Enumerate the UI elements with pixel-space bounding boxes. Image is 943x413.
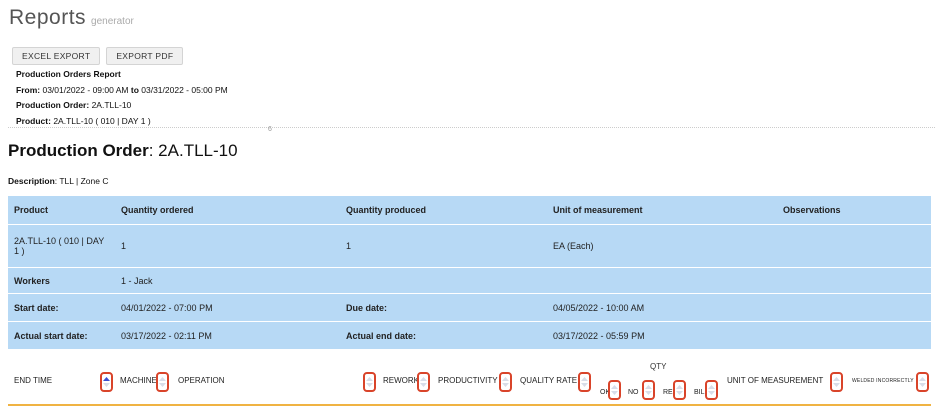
- sort-toggle-welded[interactable]: [916, 372, 929, 392]
- sort-icon: [919, 377, 926, 387]
- dates-row: Start date: 04/01/2022 - 07:00 PM Due da…: [8, 294, 931, 321]
- header-product: Product: [8, 196, 115, 224]
- sort-toggle-end-time[interactable]: [100, 372, 113, 392]
- cell-qty-ordered: 1: [115, 225, 340, 267]
- sort-toggle-operation[interactable]: [363, 372, 376, 392]
- col-qty: QTY: [650, 362, 667, 371]
- col-qty-re: RE: [663, 389, 673, 396]
- to-label: to: [130, 84, 139, 95]
- cell-observations: [777, 225, 931, 267]
- header-observations: Observations: [777, 196, 931, 224]
- sort-icon: [676, 385, 683, 395]
- section-divider: [8, 127, 935, 128]
- col-welded-incorrectly: WELDED INCORRECTLY: [852, 378, 914, 384]
- table-header-row: Product Quantity ordered Quantity produc…: [8, 196, 931, 224]
- actual-end-value: 03/17/2022 - 05:59 PM: [547, 322, 777, 349]
- header-qty-ordered: Quantity ordered: [115, 196, 340, 224]
- page-subtitle: generator: [91, 16, 134, 27]
- sort-icon: [366, 377, 373, 387]
- workers-label: Workers: [8, 268, 115, 293]
- cell-uom: EA (Each): [547, 225, 777, 267]
- actual-dates-row: Actual start date: 03/17/2022 - 02:11 PM…: [8, 322, 931, 349]
- po-label: Production Order:: [16, 100, 90, 110]
- export-pdf-button[interactable]: EXPORT PDF: [106, 47, 184, 65]
- col-productivity: PRODUCTIVITY: [438, 376, 498, 385]
- sort-toggle-machine[interactable]: [156, 372, 169, 392]
- table-bottom-rule: [8, 404, 931, 406]
- sort-icon: [581, 377, 588, 387]
- col-qty-no: NO: [628, 389, 639, 396]
- cell-qty-produced: 1: [340, 225, 547, 267]
- report-name: Production Orders Report: [16, 69, 121, 79]
- from-label: From:: [16, 84, 41, 95]
- product-label: Product:: [16, 115, 51, 126]
- sort-toggle-qty-bil[interactable]: [705, 380, 718, 400]
- sort-icon: [645, 385, 652, 395]
- description: Description: TLL | Zone C: [8, 176, 108, 186]
- col-rework: REWORK: [383, 376, 419, 385]
- table-row: 2A.TLL-10 ( 010 | DAY 1 ) 1 1 EA (Each): [8, 225, 931, 267]
- col-machine: MACHINE: [120, 376, 157, 385]
- po-title-label: Production Order: [8, 141, 149, 160]
- sort-icon: [611, 385, 618, 395]
- header-qty-produced: Quantity produced: [340, 196, 547, 224]
- operations-table-header: END TIME MACHINE OPERATION REWORK PRODUC…: [8, 356, 931, 402]
- description-value: : TLL | Zone C: [54, 176, 109, 186]
- workers-value: 1 - Jack: [115, 268, 340, 293]
- sort-toggle-rework[interactable]: [417, 372, 430, 392]
- from-value: 03/01/2022 - 09:00 AM: [42, 84, 129, 95]
- due-date-value: 04/05/2022 - 10:00 AM: [547, 294, 777, 321]
- sort-icon: [159, 377, 166, 387]
- col-quality-rate: QUALITY RATE: [520, 376, 578, 385]
- col-qty-bil: BIL: [694, 389, 705, 396]
- due-date-label: Due date:: [340, 294, 547, 321]
- report-info: Production Orders Report From: 03/01/202…: [16, 67, 228, 129]
- sort-toggle-qty-no[interactable]: [642, 380, 655, 400]
- sort-icon: [708, 385, 715, 395]
- order-info-table: Product Quantity ordered Quantity produc…: [8, 195, 931, 350]
- sort-toggle-qty-ok[interactable]: [608, 380, 621, 400]
- workers-row: Workers 1 - Jack: [8, 268, 931, 293]
- sort-asc-icon: [103, 377, 110, 387]
- page-title-text: Reports: [9, 6, 87, 29]
- production-order-title: Production Order: 2A.TLL-10: [8, 141, 238, 161]
- cell-product: 2A.TLL-10 ( 010 | DAY 1 ): [8, 225, 115, 267]
- product-value: 2A.TLL-10 ( 010 | DAY 1 ): [53, 115, 151, 126]
- sort-toggle-quality-rate[interactable]: [578, 372, 591, 392]
- page-title: Reports generator: [9, 6, 134, 30]
- to-value: 03/31/2022 - 05:00 PM: [141, 84, 228, 95]
- sort-toggle-uom[interactable]: [830, 372, 843, 392]
- actual-start-label: Actual start date:: [8, 322, 115, 349]
- divider-mark: 6: [268, 126, 272, 133]
- excel-export-button[interactable]: EXCEL EXPORT: [12, 47, 101, 65]
- sort-icon: [833, 377, 840, 387]
- sort-toggle-qty-re[interactable]: [673, 380, 686, 400]
- col-uom: UNIT OF MEASUREMENT: [727, 376, 824, 385]
- toolbar: EXCEL EXPORT EXPORT PDF: [12, 47, 184, 65]
- po-value: 2A.TLL-10: [91, 100, 132, 110]
- actual-end-label: Actual end date:: [340, 322, 547, 349]
- sort-icon: [502, 377, 509, 387]
- actual-start-value: 03/17/2022 - 02:11 PM: [115, 322, 340, 349]
- po-title-value: : 2A.TLL-10: [148, 141, 238, 160]
- description-label: Description: [8, 176, 55, 186]
- sort-toggle-productivity[interactable]: [499, 372, 512, 392]
- col-operation: OPERATION: [178, 376, 225, 385]
- start-date-value: 04/01/2022 - 07:00 PM: [115, 294, 340, 321]
- start-date-label: Start date:: [8, 294, 115, 321]
- col-end-time: END TIME: [14, 376, 53, 385]
- header-uom: Unit of measurement: [547, 196, 777, 224]
- sort-icon: [420, 377, 427, 387]
